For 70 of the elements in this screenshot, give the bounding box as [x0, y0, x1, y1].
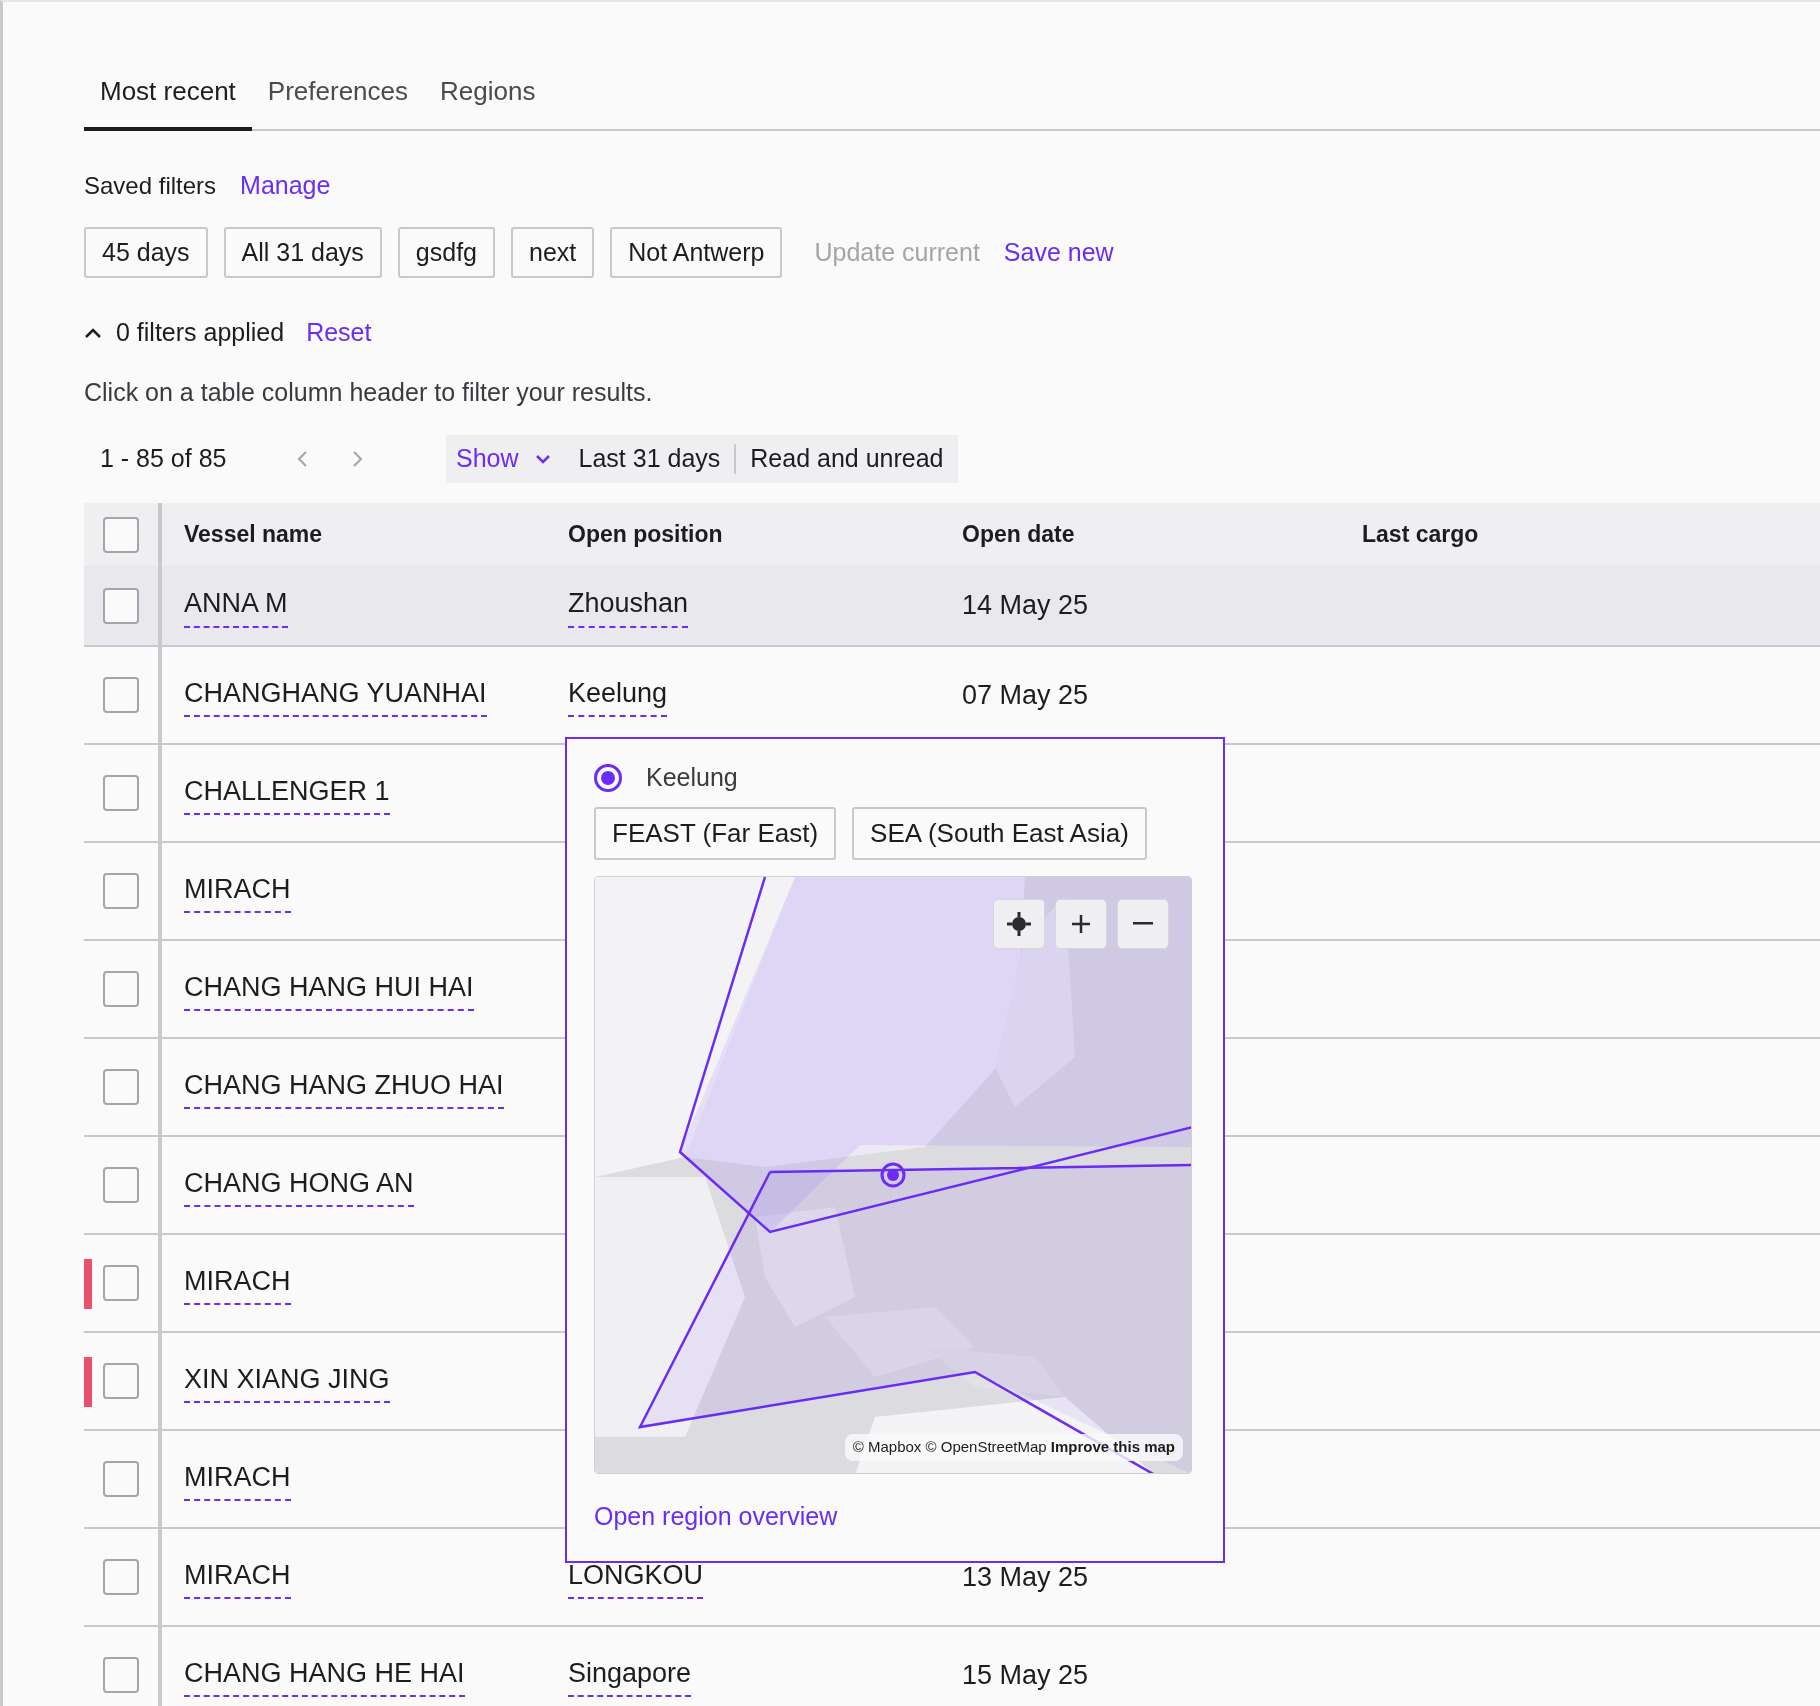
show-dropdown[interactable]: Show: [446, 440, 561, 478]
saved-filter-chip[interactable]: 45 days: [84, 226, 208, 278]
filters-count: 0 filters applied: [116, 317, 285, 348]
checkbox[interactable]: [103, 873, 139, 909]
position-link[interactable]: Singapore: [568, 1652, 692, 1698]
checkbox[interactable]: [103, 775, 139, 811]
chevron-down-icon: [534, 454, 551, 464]
region-overview-link[interactable]: Open region overview: [594, 1497, 838, 1535]
zoom-in-button[interactable]: [1055, 898, 1107, 949]
column-header[interactable]: Open position: [568, 517, 723, 552]
tab[interactable]: Regions: [424, 66, 552, 131]
saved-filter-chip[interactable]: next: [511, 226, 595, 278]
region-chip[interactable]: FEAST (Far East): [594, 806, 837, 860]
saved-filter-chip[interactable]: gsdfg: [397, 226, 496, 278]
section-label: Saved filters: [84, 170, 217, 201]
tab[interactable]: Preferences: [251, 66, 424, 131]
vessel-link[interactable]: CHANG HANG ZHUO HAI: [184, 1064, 504, 1110]
plus-icon: [1070, 912, 1092, 935]
improve-map-link[interactable]: Improve this map: [1050, 1438, 1175, 1455]
table-cell-text: 13 May 25: [962, 1560, 1089, 1594]
highlighted-row[interactable]: ANNA M Zhoushan 14 May 25: [84, 566, 1820, 647]
vessel-link[interactable]: MIRACH: [184, 1260, 291, 1306]
vessel-link[interactable]: MIRACH: [184, 1554, 291, 1600]
chevron-up-icon[interactable]: [84, 326, 102, 339]
checkbox[interactable]: [103, 587, 139, 624]
vessel-link[interactable]: ANNA M: [184, 583, 288, 628]
checkbox[interactable]: [103, 1167, 139, 1203]
locate-button[interactable]: [993, 898, 1045, 949]
checkbox[interactable]: [103, 516, 139, 553]
table-cell-text: 07 May 25: [962, 678, 1089, 712]
vessel-link[interactable]: XIN XIANG JING: [184, 1358, 390, 1404]
radio-button[interactable]: [594, 763, 622, 792]
hint-text: Click on a table column header to filter your results.: [84, 376, 654, 408]
checkbox[interactable]: [103, 1461, 139, 1497]
vessel-link[interactable]: CHANG HANG HUI HAI: [184, 966, 474, 1012]
read-filter[interactable]: Read and unread: [736, 440, 958, 478]
position-link[interactable]: Zhoushan: [568, 583, 689, 628]
checkbox[interactable]: [103, 1265, 139, 1301]
checkbox[interactable]: [103, 1363, 139, 1399]
tab[interactable]: Most recent: [84, 66, 252, 131]
pagination-range: 1 - 85 of 85: [100, 443, 228, 475]
position-link[interactable]: Keelung: [568, 672, 668, 718]
checkbox[interactable]: [103, 971, 139, 1007]
vessel-link[interactable]: CHANG HONG AN: [184, 1162, 414, 1208]
reset-link[interactable]: Reset: [306, 314, 372, 352]
column-header[interactable]: Vessel name: [184, 517, 323, 552]
period-filter[interactable]: Last 31 days: [560, 440, 735, 478]
vessel-link[interactable]: MIRACH: [184, 1456, 291, 1502]
port-label: Keelung: [646, 762, 738, 793]
saved-filter-chip[interactable]: All 31 days: [223, 226, 382, 278]
region-chip[interactable]: SEA (South East Asia): [852, 806, 1147, 860]
vessel-link[interactable]: CHALLENGER 1: [184, 770, 390, 816]
table-cell-text: 14 May 25: [962, 589, 1089, 623]
map-attribution: © Mapbox © OpenStreetMap Improve this map: [844, 1434, 1183, 1461]
checkbox[interactable]: [103, 1657, 139, 1693]
zoom-out-button[interactable]: [1117, 898, 1169, 949]
column-header[interactable]: Last cargo: [1362, 517, 1479, 552]
minus-icon: [1133, 922, 1153, 925]
checkbox[interactable]: [103, 677, 139, 713]
checkbox[interactable]: [103, 1559, 139, 1595]
vessel-link[interactable]: CHANG HANG HE HAI: [184, 1652, 465, 1698]
saved-filter-chip[interactable]: Not Antwerp: [610, 226, 783, 278]
manage-link[interactable]: Manage: [240, 167, 331, 205]
table-cell-text: 15 May 25: [962, 1658, 1089, 1692]
column-header[interactable]: Open date: [962, 517, 1075, 552]
vessel-link[interactable]: CHANGHANG YUANHAI: [184, 672, 487, 718]
save-new-button[interactable]: Save new: [1003, 233, 1114, 271]
crosshair-icon: [1006, 910, 1032, 937]
checkbox[interactable]: [103, 1069, 139, 1105]
vessel-link[interactable]: MIRACH: [184, 868, 291, 914]
